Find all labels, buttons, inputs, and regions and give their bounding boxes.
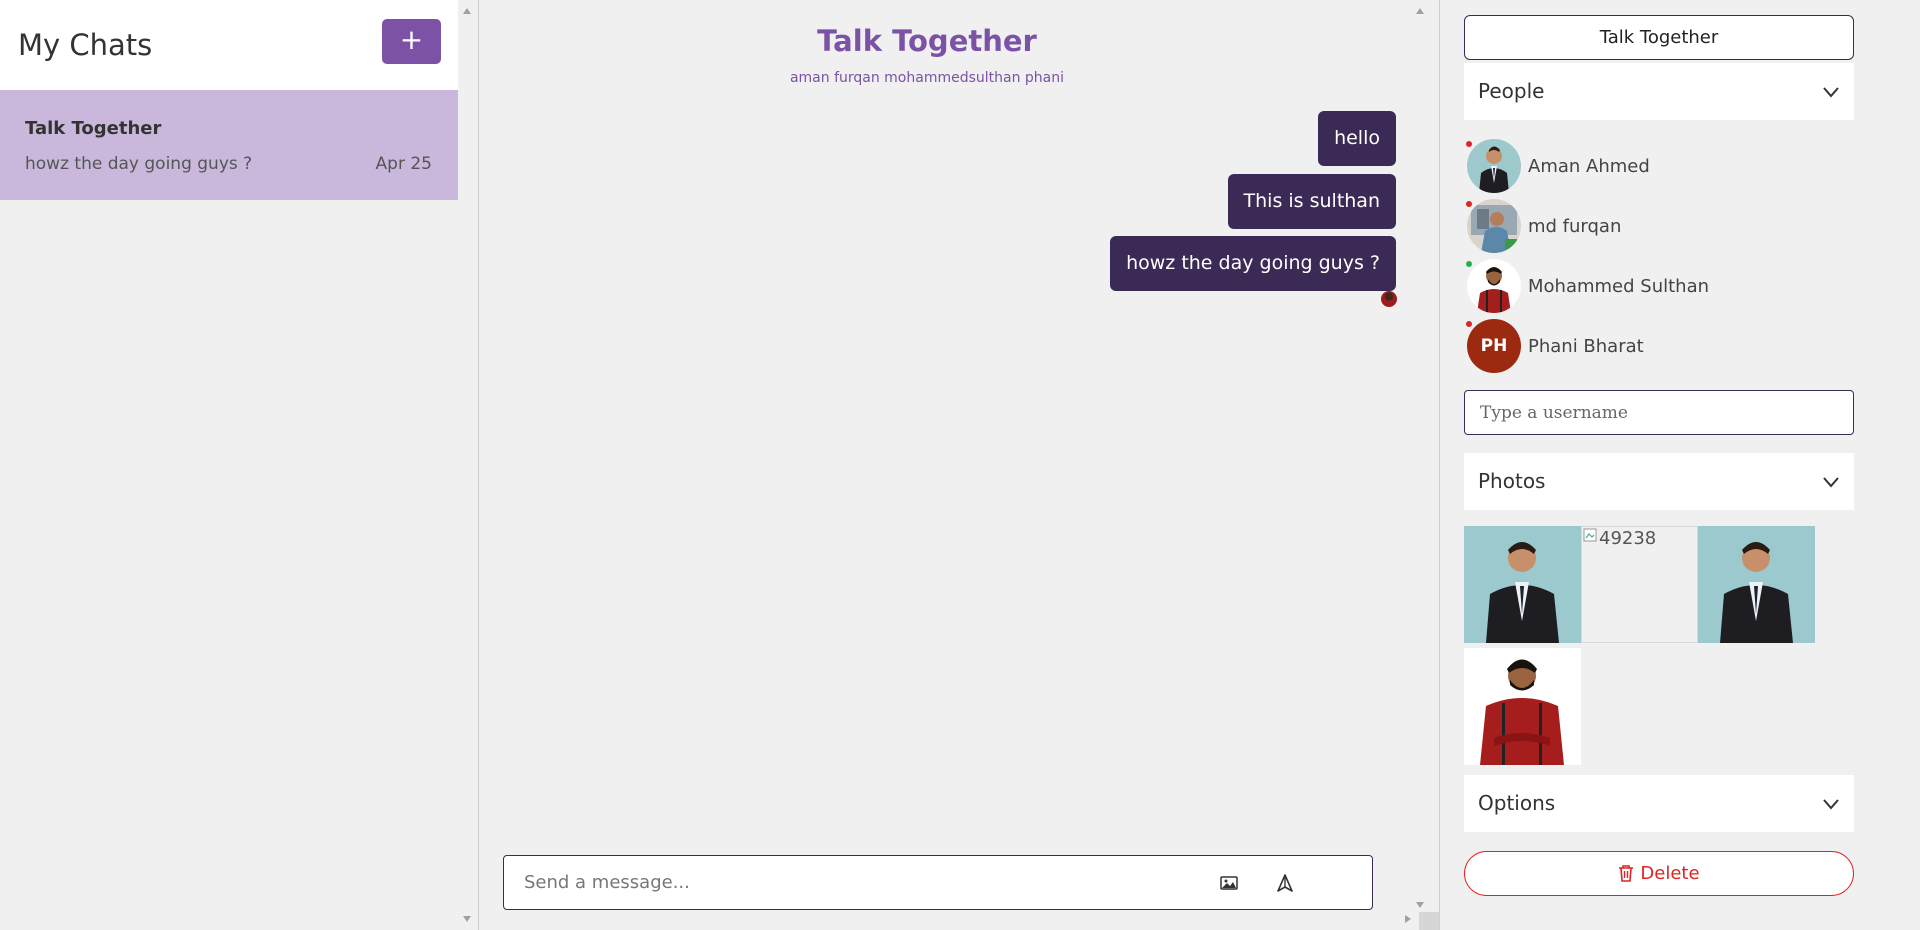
conversation-panel: Talk Together aman furqan mohammedsultha… bbox=[479, 0, 1439, 930]
room-members: aman furqan mohammedsulthan phani bbox=[789, 70, 1065, 86]
chat-list-panel: My Chats + Talk Together howz the day go… bbox=[0, 0, 458, 930]
photos-accordion-header[interactable]: Photos bbox=[1464, 453, 1854, 510]
people-accordion-header[interactable]: People bbox=[1464, 63, 1854, 120]
scroll-up-arrow-icon[interactable] bbox=[463, 8, 471, 14]
options-label: Options bbox=[1478, 791, 1556, 815]
chat-item-date: Apr 25 bbox=[375, 154, 432, 174]
message-composer bbox=[503, 855, 1373, 910]
scroll-down-arrow-icon[interactable] bbox=[1416, 902, 1424, 908]
app: My Chats + Talk Together howz the day go… bbox=[0, 0, 1920, 930]
status-dot bbox=[1466, 141, 1472, 147]
horizontal-scroll-thumb[interactable] bbox=[1419, 912, 1439, 930]
my-chats-title: My Chats bbox=[18, 28, 153, 62]
broken-image-icon bbox=[1583, 528, 1597, 542]
send-icon[interactable] bbox=[1275, 873, 1295, 893]
member-row[interactable]: md furqan bbox=[1464, 199, 1854, 255]
shared-photo[interactable] bbox=[1698, 526, 1815, 643]
people-label: People bbox=[1478, 79, 1545, 103]
status-dot bbox=[1466, 261, 1472, 267]
message-bubble: howz the day going guys ? bbox=[1110, 236, 1396, 291]
scroll-up-arrow-icon[interactable] bbox=[1416, 8, 1424, 14]
conversation-scrollbar[interactable] bbox=[1411, 0, 1433, 930]
message-bubble: This is sulthan bbox=[1227, 174, 1396, 229]
group-details-panel: Talk Together People Aman Ahmed md furqa… bbox=[1440, 0, 1920, 930]
scroll-down-arrow-icon[interactable] bbox=[463, 916, 471, 922]
member-name: Mohammed Sulthan bbox=[1528, 276, 1710, 297]
status-dot bbox=[1466, 201, 1472, 207]
shared-photo-broken[interactable]: 49238 bbox=[1581, 526, 1698, 643]
broken-photo-alt: 49238 bbox=[1599, 528, 1657, 549]
avatar bbox=[1467, 199, 1521, 253]
avatar bbox=[1467, 139, 1521, 193]
avatar bbox=[1467, 259, 1521, 313]
member-name: Aman Ahmed bbox=[1528, 156, 1650, 177]
shared-photo[interactable] bbox=[1464, 526, 1581, 643]
trash-icon bbox=[1619, 865, 1634, 882]
scroll-right-arrow-icon[interactable] bbox=[1405, 915, 1411, 923]
photos-label: Photos bbox=[1478, 469, 1546, 493]
chevron-down-icon bbox=[1823, 799, 1839, 810]
member-row[interactable]: Aman Ahmed bbox=[1464, 139, 1854, 195]
chat-item-last-message: howz the day going guys ? bbox=[25, 154, 253, 174]
delete-button[interactable]: Delete bbox=[1464, 851, 1854, 896]
chat-list-item[interactable]: Talk Together howz the day going guys ? … bbox=[0, 90, 458, 200]
options-accordion-header[interactable]: Options bbox=[1464, 775, 1854, 832]
chat-list-header: My Chats + bbox=[0, 0, 458, 90]
avatar: PH bbox=[1467, 319, 1521, 373]
delete-label: Delete bbox=[1640, 863, 1700, 884]
username-input[interactable] bbox=[1464, 390, 1854, 435]
message-input[interactable] bbox=[524, 856, 1184, 909]
chat-item-name: Talk Together bbox=[25, 118, 162, 139]
member-row[interactable]: Mohammed Sulthan bbox=[1464, 259, 1854, 315]
member-row[interactable]: PH Phani Bharat bbox=[1464, 319, 1854, 375]
chevron-down-icon bbox=[1823, 477, 1839, 488]
shared-photo[interactable] bbox=[1464, 648, 1581, 765]
chat-list-scrollbar[interactable] bbox=[458, 0, 478, 930]
member-name: Phani Bharat bbox=[1528, 336, 1644, 357]
sender-avatar bbox=[1381, 291, 1397, 307]
new-group-chat-button[interactable]: + bbox=[382, 19, 441, 64]
image-attach-icon[interactable] bbox=[1219, 873, 1239, 893]
message-bubble: hello bbox=[1318, 111, 1396, 166]
chevron-down-icon bbox=[1823, 87, 1839, 98]
status-dot bbox=[1466, 321, 1472, 327]
member-name: md furqan bbox=[1528, 216, 1622, 237]
room-title: Talk Together bbox=[817, 24, 1037, 58]
group-name-button[interactable]: Talk Together bbox=[1464, 15, 1854, 60]
